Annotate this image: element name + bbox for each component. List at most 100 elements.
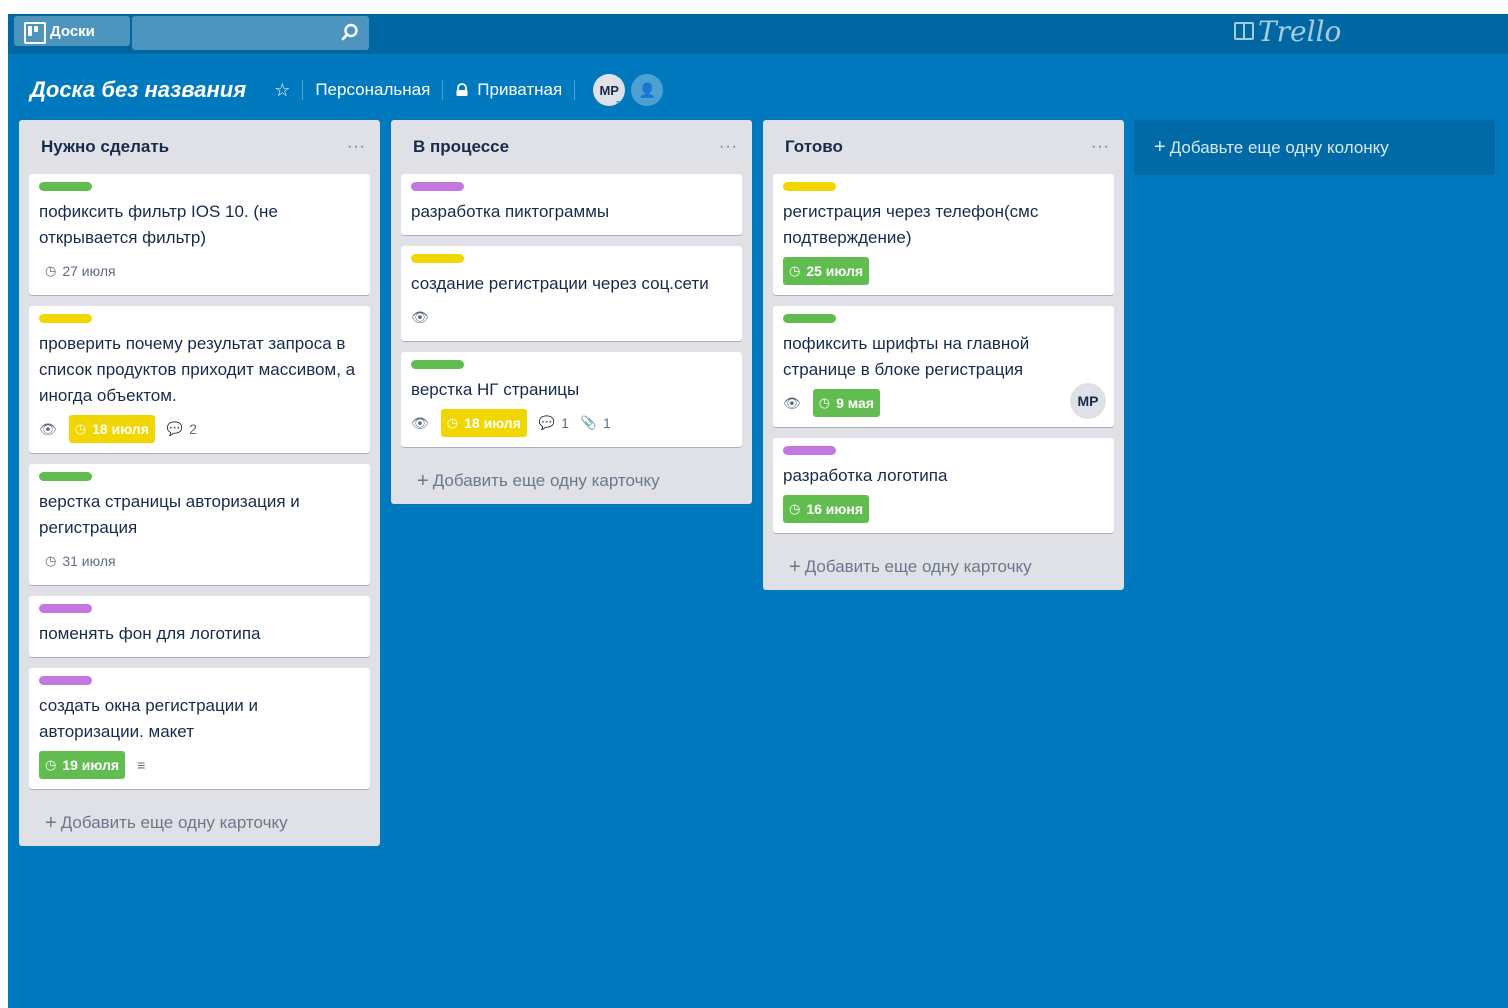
card[interactable]: разработка пиктограммы <box>401 174 742 235</box>
comment-icon: 💬 <box>538 415 556 430</box>
search-input[interactable] <box>132 16 369 50</box>
list-menu-icon[interactable]: ··· <box>1091 138 1110 156</box>
due-date-badge[interactable]: ◷ 19 июля <box>39 751 126 779</box>
card[interactable]: поменять фон для логотипа <box>29 596 370 657</box>
card[interactable]: пофиксить шрифты на главной странице в б… <box>773 306 1114 427</box>
visibility-button[interactable]: Приватная <box>455 80 562 100</box>
eye-icon: 👁 <box>783 394 801 411</box>
card[interactable]: создать окна регистрации и авторизации. … <box>29 668 370 789</box>
card[interactable]: пофиксить фильтр IOS 10. (не открывается… <box>29 174 370 295</box>
header-divider <box>574 80 576 100</box>
eye-icon: 👁 <box>411 414 429 431</box>
trello-logo[interactable]: Trello <box>1234 14 1342 48</box>
due-date-text: 31 июля <box>62 553 116 569</box>
label-purple[interactable] <box>783 446 836 455</box>
add-member-icon: 👤 <box>638 81 656 98</box>
card[interactable]: верстка страницы авторизация и регистрац… <box>29 464 370 585</box>
search-box[interactable] <box>132 16 369 50</box>
card-title: создание регистрации через соц.сети <box>411 274 709 293</box>
comments-badge: 💬 2 <box>167 415 197 443</box>
member-initials: МР <box>599 82 619 98</box>
clock-icon: ◷ <box>789 501 801 516</box>
comment-count: 2 <box>189 421 197 437</box>
plus-icon: + <box>1154 136 1166 158</box>
list-menu-icon[interactable]: ··· <box>347 138 366 156</box>
trello-logo-icon <box>1234 22 1254 40</box>
plus-icon: + <box>789 555 801 578</box>
due-date-badge[interactable]: ◷ 9 мая <box>812 389 880 417</box>
member-avatar[interactable]: МР ≈ <box>593 74 626 108</box>
team-button[interactable]: Персональная <box>315 80 430 100</box>
add-card-button[interactable]: + Добавить еще одну карточку <box>763 544 1124 590</box>
due-date-badge[interactable]: ◷ 25 июля <box>783 257 870 285</box>
trello-logo-text: Trello <box>1258 14 1342 48</box>
card-title: проверить почему результат запроса в спи… <box>39 334 356 405</box>
list-title[interactable]: Нужно сделать <box>41 137 169 157</box>
card[interactable]: верстка НГ страницы 👁 ◷ 18 июля 💬 1 📎 1 <box>401 352 742 447</box>
card-title: верстка страницы авторизация и регистрац… <box>39 492 300 537</box>
clock-icon: ◷ <box>45 553 57 568</box>
due-date-text: 18 июля <box>464 415 521 431</box>
label-purple[interactable] <box>39 604 92 613</box>
label-green[interactable] <box>411 360 464 369</box>
label-green[interactable] <box>39 472 92 481</box>
list-menu-icon[interactable]: ··· <box>719 138 738 156</box>
label-purple[interactable] <box>39 676 92 685</box>
card-title: пофиксить фильтр IOS 10. (не открывается… <box>39 202 278 247</box>
label-yellow[interactable] <box>39 314 92 323</box>
search-icon[interactable] <box>341 23 359 41</box>
list-header[interactable]: В процессе ··· <box>391 120 752 174</box>
clock-icon: ◷ <box>45 263 57 278</box>
plus-icon: + <box>417 469 429 492</box>
card-member-avatar[interactable]: МР <box>1070 383 1106 419</box>
clock-icon: ◷ <box>818 395 831 410</box>
add-card-label: Добавить еще одну карточку <box>804 557 1032 576</box>
boards-button[interactable]: Доски <box>14 16 130 46</box>
invite-member-button[interactable]: 👤 <box>631 74 664 106</box>
add-card-label: Добавить еще одну карточку <box>432 471 660 490</box>
add-card-button[interactable]: + Добавить еще одну карточку <box>19 800 380 846</box>
add-list-label: Добавьте еще одну колонку <box>1169 137 1389 157</box>
due-date-text: 18 июля <box>92 421 149 437</box>
card[interactable]: регистрация через телефон(смс подтвержде… <box>773 174 1114 295</box>
clock-icon: ◷ <box>45 757 57 772</box>
due-date-badge[interactable]: ◷ 31 июля <box>39 547 122 575</box>
card-title: создать окна регистрации и авторизации. … <box>39 696 258 741</box>
card[interactable]: разработка логотипа ◷ 16 июня <box>773 438 1114 533</box>
star-icon[interactable]: ☆ <box>274 80 290 101</box>
board-header: Доска без названия ☆ Персональная Приват… <box>8 70 1508 110</box>
clock-icon: ◷ <box>446 415 459 430</box>
comment-icon: 💬 <box>166 421 184 436</box>
paperclip-icon: 📎 <box>580 415 598 430</box>
card-title: регистрация через телефон(смс подтвержде… <box>783 202 1039 247</box>
plus-icon: + <box>45 811 57 834</box>
due-date-badge[interactable]: ◷ 27 июля <box>39 257 122 285</box>
add-list-button[interactable]: + Добавьте еще одну колонку <box>1134 120 1495 175</box>
attachment-count: 1 <box>603 415 611 431</box>
card[interactable]: создание регистрации через соц.сети 👁 <box>401 246 742 341</box>
board-title[interactable]: Доска без названия <box>30 77 246 103</box>
label-green[interactable] <box>783 314 836 323</box>
list-header[interactable]: Нужно сделать ··· <box>19 120 380 174</box>
card[interactable]: проверить почему результат запроса в спи… <box>29 306 370 453</box>
add-card-button[interactable]: + Добавить еще одну карточку <box>391 458 752 504</box>
list-title[interactable]: Готово <box>785 137 843 157</box>
due-date-badge[interactable]: ◷ 18 июля <box>68 415 155 443</box>
boards-button-label: Доски <box>50 22 95 40</box>
clock-icon: ◷ <box>74 421 87 436</box>
due-date-badge[interactable]: ◷ 18 июля <box>440 409 527 437</box>
due-date-text: 16 июня <box>806 501 863 517</box>
card-title: разработка пиктограммы <box>411 202 610 221</box>
label-yellow[interactable] <box>411 254 464 263</box>
list-done: Готово ··· регистрация через телефон(смс… <box>763 120 1124 590</box>
list-in-progress: В процессе ··· разработка пиктограммы со… <box>391 120 752 504</box>
list-header[interactable]: Готово ··· <box>763 120 1124 174</box>
visibility-label: Приватная <box>477 80 563 99</box>
label-green[interactable] <box>39 182 92 191</box>
list-title[interactable]: В процессе <box>413 137 509 157</box>
due-date-badge[interactable]: ◷ 16 июня <box>783 495 869 523</box>
comment-count: 1 <box>561 415 569 431</box>
label-yellow[interactable] <box>783 182 836 191</box>
label-purple[interactable] <box>411 182 464 191</box>
list-todo: Нужно сделать ··· пофиксить фильтр IOS 1… <box>19 120 380 846</box>
